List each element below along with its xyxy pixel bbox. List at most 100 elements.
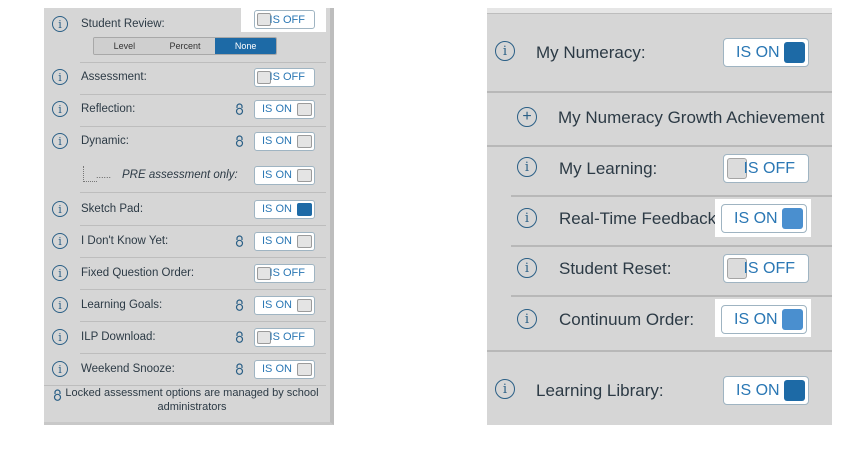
- locked-options-note: Locked assessment options are managed by…: [65, 387, 319, 413]
- info-icon[interactable]: i: [517, 157, 537, 177]
- real-time-feedback-label: Real-Time Feedback:: [559, 209, 721, 228]
- info-icon[interactable]: i: [52, 329, 68, 345]
- learning-goals-toggle[interactable]: IS ON: [254, 295, 315, 315]
- dont-know-yet-toggle[interactable]: IS ON: [254, 231, 315, 251]
- ilp-download-label: ILP Download:: [81, 331, 156, 343]
- my-learning-toggle[interactable]: IS OFF: [723, 154, 809, 183]
- info-icon[interactable]: i: [52, 101, 68, 117]
- info-icon[interactable]: i: [52, 361, 68, 377]
- lock-icon: [235, 299, 244, 311]
- info-icon[interactable]: i: [495, 41, 515, 61]
- lock-icon: [235, 363, 244, 375]
- info-icon[interactable]: i: [52, 69, 68, 85]
- sketch-pad-row: i Sketch Pad: IS ON: [44, 193, 326, 225]
- info-icon[interactable]: i: [495, 379, 515, 399]
- divider: [487, 350, 832, 352]
- toggle-text: IS ON: [262, 169, 292, 181]
- divider: [511, 195, 832, 197]
- lock-icon: [235, 331, 244, 343]
- toggle-knob: [297, 168, 312, 182]
- info-icon[interactable]: i: [52, 265, 68, 281]
- toggle-knob: [784, 380, 805, 401]
- toggle-text: IS ON: [262, 299, 292, 311]
- info-icon[interactable]: i: [52, 201, 68, 217]
- student-reset-label: Student Reset:: [559, 259, 672, 278]
- fixed-question-order-toggle[interactable]: IS OFF: [254, 263, 315, 283]
- segment-percent[interactable]: Percent: [154, 38, 216, 54]
- pre-assessment-label: PRE assessment only:: [122, 169, 238, 181]
- info-icon[interactable]: i: [52, 133, 68, 149]
- dont-know-yet-label: I Don't Know Yet:: [81, 235, 169, 247]
- lock-icon: [235, 235, 244, 247]
- toggle-knob: [297, 298, 312, 312]
- reflection-label: Reflection:: [81, 103, 136, 115]
- toggle-knob: [297, 362, 312, 376]
- info-icon[interactable]: i: [52, 16, 68, 32]
- plus-circle-icon[interactable]: +: [517, 107, 537, 127]
- real-time-feedback-toggle[interactable]: IS ON: [721, 204, 807, 233]
- toggle-text: IS ON: [262, 203, 292, 215]
- toggle-text: IS ON: [262, 135, 292, 147]
- student-review-toggle[interactable]: IS OFF: [254, 10, 315, 29]
- toggle-text: IS OFF: [743, 260, 795, 277]
- dynamic-label: Dynamic:: [81, 135, 129, 147]
- dynamic-row: i Dynamic: IS ON: [44, 125, 326, 157]
- toggle-knob: [297, 234, 312, 248]
- student-review-label: Student Review:: [81, 18, 165, 30]
- divider: [511, 245, 832, 247]
- divider: [487, 91, 832, 93]
- dynamic-toggle[interactable]: IS ON: [254, 131, 315, 151]
- reflection-toggle[interactable]: IS ON: [254, 99, 315, 119]
- toggle-text: IS OFF: [269, 13, 305, 26]
- toggle-text: IS ON: [262, 363, 292, 375]
- my-numeracy-toggle[interactable]: IS ON: [723, 38, 809, 67]
- divider: [487, 145, 832, 147]
- sketch-pad-toggle[interactable]: IS ON: [254, 199, 315, 219]
- fixed-question-order-label: Fixed Question Order:: [81, 267, 195, 279]
- info-icon[interactable]: i: [517, 258, 537, 278]
- info-icon[interactable]: i: [517, 309, 537, 329]
- continuum-order-toggle[interactable]: IS ON: [721, 305, 807, 334]
- learning-goals-label: Learning Goals:: [81, 299, 163, 311]
- info-icon[interactable]: i: [52, 233, 68, 249]
- weekend-snooze-toggle[interactable]: IS ON: [254, 359, 315, 379]
- toggle-text: IS ON: [734, 311, 778, 328]
- toggle-text: IS ON: [736, 382, 780, 399]
- toggle-knob: [297, 102, 312, 116]
- student-reset-toggle[interactable]: IS OFF: [723, 254, 809, 283]
- ilp-download-row: i ILP Download: IS OFF: [44, 321, 326, 353]
- pre-assessment-toggle[interactable]: IS ON: [254, 165, 315, 185]
- assessment-toggle[interactable]: IS OFF: [254, 67, 315, 87]
- learning-goals-row: i Learning Goals: IS ON: [44, 289, 326, 321]
- ilp-download-toggle[interactable]: IS OFF: [254, 327, 315, 347]
- toggle-knob: [782, 309, 803, 330]
- lock-icon: [235, 103, 244, 115]
- lock-icon: [235, 135, 244, 147]
- pre-assessment-row: ...... PRE assessment only: IS ON: [44, 159, 326, 191]
- info-icon[interactable]: i: [517, 208, 537, 228]
- toggle-text: IS ON: [734, 210, 778, 227]
- toggle-text: IS OFF: [269, 71, 305, 83]
- learning-library-toggle[interactable]: IS ON: [723, 376, 809, 405]
- sketch-pad-label: Sketch Pad:: [81, 203, 144, 215]
- toggle-knob: [297, 202, 312, 216]
- toggle-text: IS OFF: [269, 267, 305, 279]
- assessment-row: i Assessment: IS OFF: [44, 61, 326, 93]
- my-learning-label: My Learning:: [559, 159, 658, 178]
- segment-level[interactable]: Level: [94, 38, 155, 54]
- toggle-text: IS OFF: [743, 160, 795, 177]
- toggle-text: IS OFF: [269, 331, 305, 343]
- weekend-snooze-row: i Weekend Snooze: IS ON: [44, 353, 326, 385]
- toggle-knob: [297, 134, 312, 148]
- growth-achievement-link[interactable]: My Numeracy Growth Achievement: [558, 108, 824, 128]
- learning-library-label: Learning Library:: [536, 381, 664, 400]
- segment-none[interactable]: None: [215, 38, 276, 54]
- assessment-label: Assessment:: [81, 71, 147, 83]
- toggle-knob: [782, 208, 803, 229]
- weekend-snooze-label: Weekend Snooze:: [81, 363, 175, 375]
- toggle-text: IS ON: [262, 103, 292, 115]
- dotted-leader: ......: [96, 170, 112, 180]
- right-settings-panel: i My Numeracy: IS ON + My Numeracy Growt…: [487, 8, 832, 425]
- info-icon[interactable]: i: [52, 297, 68, 313]
- grade-display-segmented-control[interactable]: Level Percent None: [93, 37, 277, 55]
